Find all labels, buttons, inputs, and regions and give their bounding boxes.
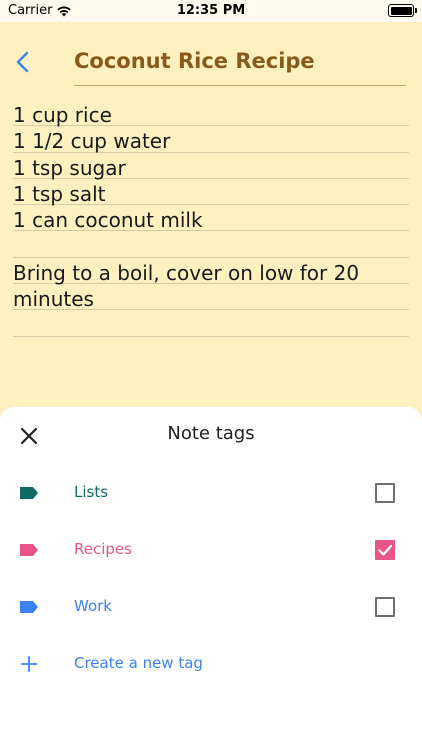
note-line: 1 1/2 cup water <box>13 126 409 153</box>
note-line: 1 cup rice <box>13 100 409 127</box>
note-line: 1 tsp sugar <box>13 153 409 180</box>
tag-label: Work <box>74 597 112 615</box>
create-tag-label: Create a new tag <box>74 654 203 672</box>
tag-checkbox-lists[interactable] <box>375 483 395 503</box>
note-body[interactable]: 1 cup rice 1 1/2 cup water 1 tsp sugar 1… <box>13 100 409 337</box>
tag-row-lists[interactable]: Lists <box>0 473 422 513</box>
plus-icon <box>20 655 38 673</box>
tag-label: Recipes <box>74 540 132 558</box>
label-icon <box>20 487 38 499</box>
create-tag-button[interactable]: Create a new tag <box>0 644 422 684</box>
back-button[interactable] <box>14 50 34 74</box>
tag-checkbox-work[interactable] <box>375 597 395 617</box>
battery-icon <box>388 4 417 17</box>
status-time: 12:35 PM <box>176 3 246 18</box>
note-tags-sheet: Note tags Lists Recipes Work Create a ne… <box>0 407 422 750</box>
tag-row-recipes[interactable]: Recipes <box>0 530 422 570</box>
tag-checkbox-recipes[interactable] <box>375 540 395 560</box>
tag-label: Lists <box>74 483 109 501</box>
label-icon <box>20 544 38 556</box>
note-line <box>13 310 409 337</box>
note-line <box>13 231 409 258</box>
tag-row-work[interactable]: Work <box>0 587 422 627</box>
note-line: 1 can coconut milk <box>13 205 409 232</box>
note-line: minutes <box>13 284 409 311</box>
sheet-title: Note tags <box>167 423 255 444</box>
note-line: Bring to a boil, cover on low for 20 <box>13 258 409 285</box>
status-bar: Carrier 12:35 PM <box>0 0 422 22</box>
note-line: 1 tsp salt <box>13 179 409 206</box>
label-icon <box>20 601 38 613</box>
note-title[interactable]: Coconut Rice Recipe <box>74 46 406 86</box>
checkmark-icon <box>378 544 393 556</box>
chevron-left-icon <box>16 51 29 73</box>
